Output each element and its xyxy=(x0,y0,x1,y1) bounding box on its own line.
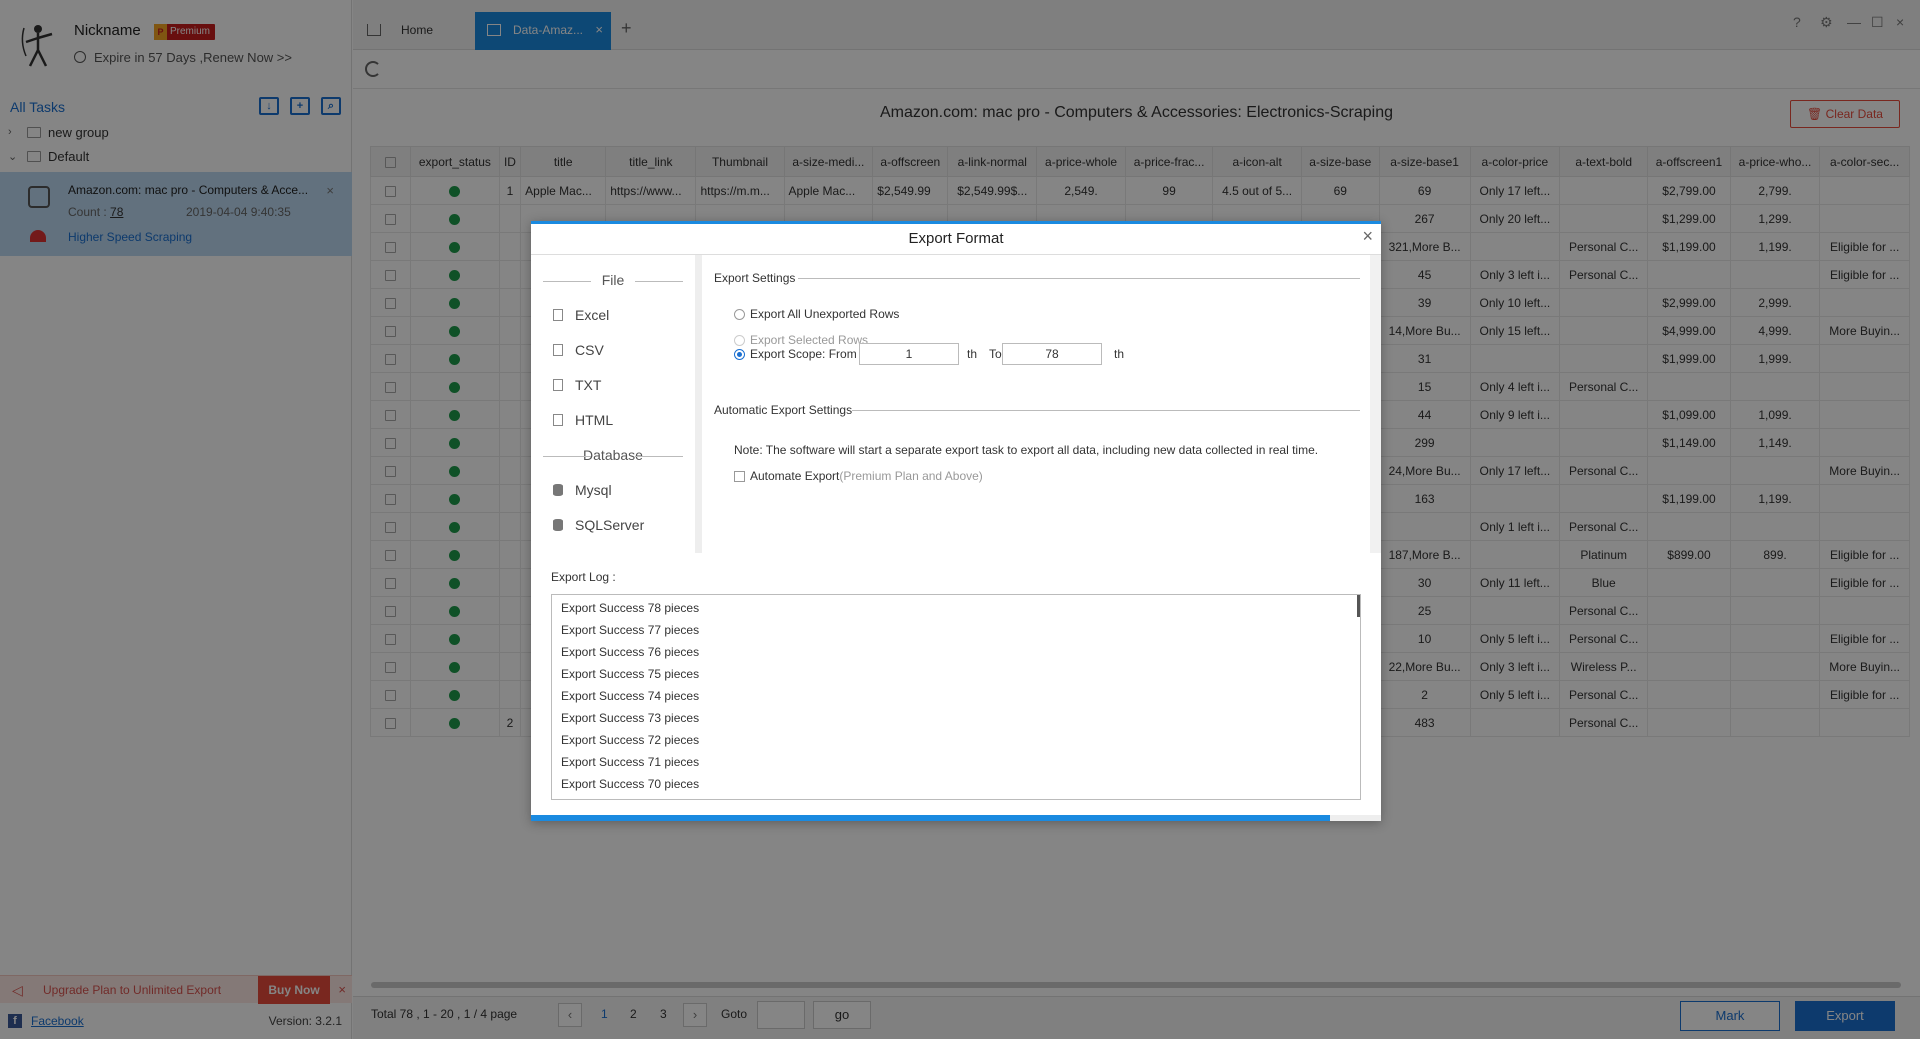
close-icon[interactable]: × xyxy=(1362,226,1373,247)
radio-icon[interactable] xyxy=(734,335,745,346)
format-txt[interactable]: TXT xyxy=(553,377,601,393)
log-line: Export Success 74 pieces xyxy=(561,689,700,703)
panel-divider xyxy=(695,255,702,553)
settings-panel: Export Settings Export All Unexported Ro… xyxy=(702,255,1370,553)
format-mysql[interactable]: Mysql xyxy=(553,482,612,498)
automate-export-checkbox[interactable]: Automate Export(Premium Plan and Above) xyxy=(734,469,983,483)
format-html[interactable]: HTML xyxy=(553,412,613,428)
divider xyxy=(852,410,1360,411)
radio-export-selected[interactable]: Export Selected Rows xyxy=(734,333,868,347)
scope-to-label: To xyxy=(989,347,1002,361)
auto-export-note: Note: The software will start a separate… xyxy=(734,443,1319,457)
file-section-head: File xyxy=(543,272,683,288)
dialog-title: Export Format xyxy=(908,230,1004,247)
file-icon xyxy=(553,309,563,321)
log-scrollbar[interactable] xyxy=(1357,595,1360,617)
log-line: Export Success 71 pieces xyxy=(561,755,700,769)
scope-th-label: th xyxy=(967,347,978,361)
scope-to-input[interactable]: 78 xyxy=(1002,343,1102,365)
export-settings-head: Export Settings xyxy=(714,271,796,285)
file-icon xyxy=(553,379,563,391)
database-icon xyxy=(553,484,563,496)
checkbox-icon[interactable] xyxy=(734,471,745,482)
format-excel[interactable]: Excel xyxy=(553,307,609,323)
log-line: Export Success 75 pieces xyxy=(561,667,700,681)
scope-th-label: th xyxy=(1114,347,1125,361)
radio-icon[interactable] xyxy=(734,349,745,360)
radio-export-all[interactable]: Export All Unexported Rows xyxy=(734,307,899,321)
log-line: Export Success 72 pieces xyxy=(561,733,700,747)
divider xyxy=(798,278,1360,279)
database-icon xyxy=(553,519,563,531)
log-line: Export Success 70 pieces xyxy=(561,777,700,791)
format-panel: File Excel CSV TXT HTML Database Mysql S… xyxy=(531,255,695,553)
file-icon xyxy=(553,344,563,356)
log-line: Export Success 78 pieces xyxy=(561,601,700,615)
format-csv[interactable]: CSV xyxy=(553,342,604,358)
progress-fill xyxy=(531,815,1330,821)
format-sqlserver[interactable]: SQLServer xyxy=(553,517,644,533)
radio-export-scope[interactable]: Export Scope: From xyxy=(734,347,857,361)
scope-from-input[interactable]: 1 xyxy=(859,343,959,365)
log-line: Export Success 73 pieces xyxy=(561,711,700,725)
export-format-dialog: Export Format × File Excel CSV TXT HTML … xyxy=(531,221,1381,821)
export-log-label: Export Log : xyxy=(551,570,616,584)
radio-icon[interactable] xyxy=(734,309,745,320)
file-icon xyxy=(553,414,563,426)
export-log: Export Success 78 pieces Export Success 7… xyxy=(551,594,1361,800)
log-line: Export Success 76 pieces xyxy=(561,645,700,659)
database-section-head: Database xyxy=(543,447,683,463)
settings-scrollbar[interactable] xyxy=(1370,255,1381,553)
auto-export-settings-head: Automatic Export Settings xyxy=(714,403,853,417)
log-line: Export Success 77 pieces xyxy=(561,623,700,637)
export-progress-bar xyxy=(531,815,1381,821)
